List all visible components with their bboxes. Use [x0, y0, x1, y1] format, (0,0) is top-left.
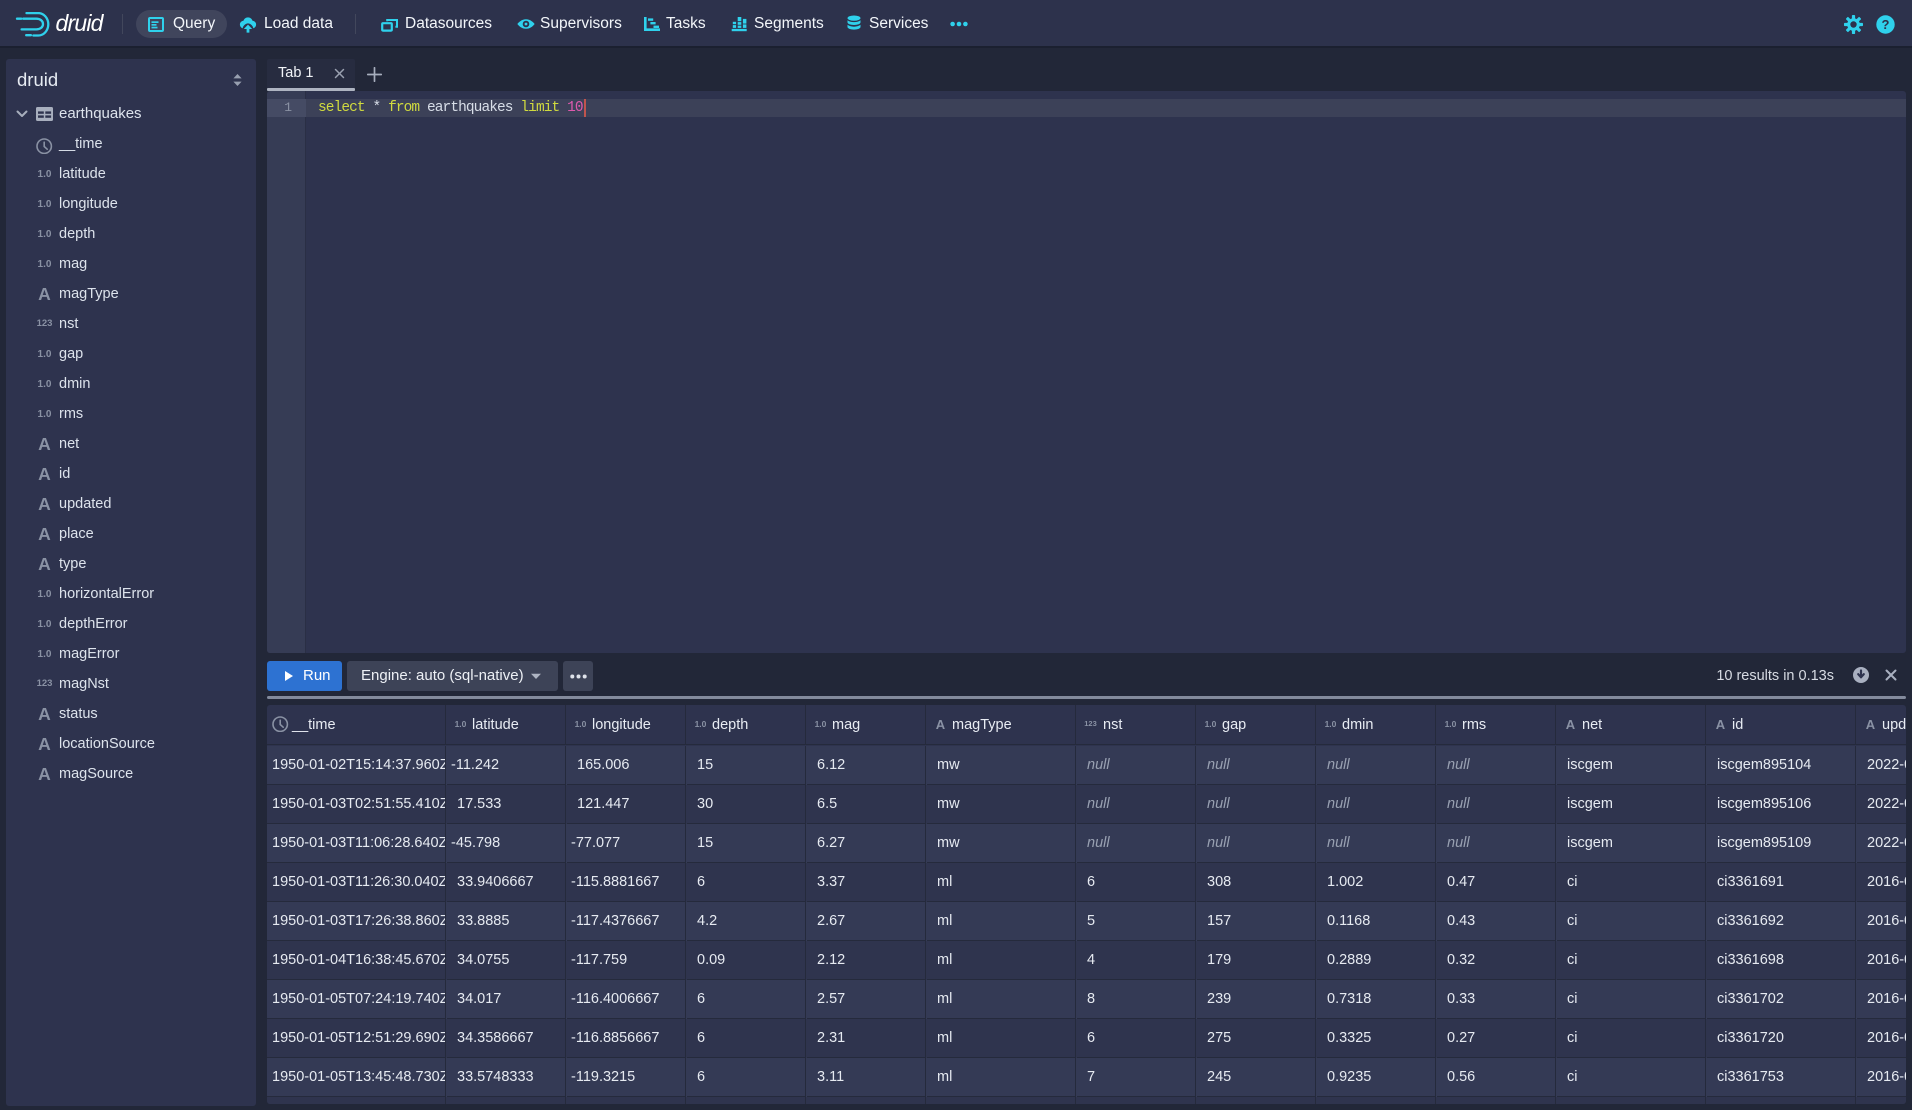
svg-text:?: ? [1882, 17, 1890, 32]
